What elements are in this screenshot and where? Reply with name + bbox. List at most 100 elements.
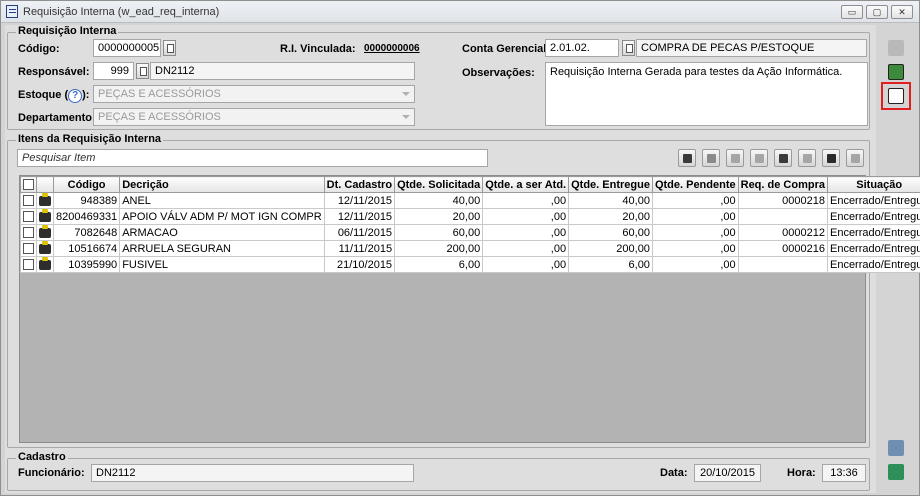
cell-descricao: ARRUELA SEGURAN — [119, 240, 325, 257]
printer-icon — [803, 154, 812, 163]
table-icon — [707, 154, 716, 163]
codigo-field[interactable]: 0000000005 — [93, 39, 161, 57]
table-row[interactable]: 7082648 ARMACAO 06/11/2015 60,00 ,00 60,… — [20, 224, 920, 241]
print-list-button[interactable] — [846, 149, 864, 167]
window-app-icon — [6, 5, 18, 18]
estoque-select[interactable]: PEÇAS E ACESSÓRIOS — [93, 85, 415, 103]
close-button[interactable]: ✕ — [891, 5, 913, 19]
row-select-cell[interactable] — [20, 224, 37, 241]
cell-dt-cadastro: 12/11/2015 — [323, 192, 396, 209]
row-icon-cell — [36, 208, 54, 225]
departamento-label: Departamento: — [18, 112, 96, 124]
responsavel-code-field[interactable]: 999 — [93, 62, 134, 80]
select-all-checkbox[interactable] — [23, 179, 34, 191]
split-view-button[interactable] — [884, 37, 908, 59]
handle-item-button[interactable] — [774, 149, 792, 167]
select-all-header[interactable] — [20, 176, 37, 193]
help-icon[interactable]: ? — [68, 89, 83, 103]
column-header[interactable]: Dt. Cadastro — [323, 176, 396, 193]
requisicao-group-title: Requisição Interna — [16, 25, 119, 37]
column-header[interactable]: Decrição — [119, 176, 325, 193]
window-title: Requisição Interna (w_ead_req_interna) — [23, 6, 220, 18]
row-select-cell[interactable] — [20, 256, 37, 273]
cell-qtde-atd: ,00 — [482, 224, 570, 241]
row-checkbox[interactable] — [23, 243, 34, 255]
row-checkbox[interactable] — [23, 259, 34, 271]
cell-qtde-solicitada: 20,00 — [394, 208, 484, 225]
app-window: Requisição Interna (w_ead_req_interna) ▭… — [0, 0, 920, 496]
cell-descricao: APOIO VÁLV ADM P/ MOT IGN COMPR — [119, 208, 325, 225]
exit-door-icon — [888, 464, 904, 480]
responsavel-lookup-button[interactable] — [136, 63, 149, 79]
conta-gerencial-code-field[interactable]: 2.01.02. — [545, 39, 619, 57]
main-panel: Requisição Interna Código: 0000000005 R.… — [5, 25, 920, 493]
column-header[interactable]: Qtde. Entregue — [568, 176, 653, 193]
departamento-select[interactable]: PEÇAS E ACESSÓRIOS — [93, 108, 415, 126]
minimize-button[interactable]: ▭ — [841, 5, 863, 19]
row-checkbox[interactable] — [23, 195, 34, 207]
conta-gerencial-label: Conta Gerencial: — [462, 43, 551, 55]
item-status-icon — [39, 257, 51, 270]
codigo-label: Código: — [18, 43, 60, 55]
cell-req-compra — [737, 256, 828, 273]
cell-req-compra: 0000218 — [737, 192, 828, 209]
data-label: Data: — [660, 467, 688, 479]
settings-button[interactable] — [884, 437, 908, 459]
row-checkbox[interactable] — [23, 227, 34, 239]
column-header[interactable]: Código — [52, 176, 121, 193]
ri-vinculada-link[interactable]: 0000000006 — [364, 43, 420, 54]
cell-qtde-solicitada: 6,00 — [394, 256, 484, 273]
delete-item-button[interactable] — [750, 149, 768, 167]
table-row[interactable]: 8200469331 APOIO VÁLV ADM P/ MOT IGN COM… — [20, 208, 920, 225]
itens-group-title: Itens da Requisição Interna — [16, 133, 164, 145]
codigo-lookup-button[interactable] — [163, 40, 176, 56]
table-row[interactable]: 10395990 FUSIVEL 21/10/2015 6,00 ,00 6,0… — [20, 256, 920, 273]
column-header[interactable]: Qtde. Pendente — [651, 176, 739, 193]
cell-req-compra: 0000212 — [737, 224, 828, 241]
row-select-cell[interactable] — [20, 192, 37, 209]
maximize-button[interactable]: ▢ — [866, 5, 888, 19]
preview-button[interactable] — [881, 82, 911, 110]
conta-gerencial-lookup-button[interactable] — [622, 40, 635, 56]
right-toolbar — [879, 29, 917, 491]
funcionario-label: Funcionário: — [18, 467, 85, 479]
observacoes-label: Observações: — [462, 67, 535, 79]
column-header[interactable]: Req. de Compra — [737, 176, 828, 193]
cell-dt-cadastro: 21/10/2015 — [323, 256, 396, 273]
camera-button[interactable] — [822, 149, 840, 167]
cell-qtde-entregue: 20,00 — [568, 208, 653, 225]
row-icon-cell — [36, 192, 54, 209]
row-checkbox[interactable] — [23, 211, 34, 223]
table-row[interactable]: 10516674 ARRUELA SEGURAN 11/11/2015 200,… — [20, 240, 920, 257]
row-select-cell[interactable] — [20, 208, 37, 225]
data-field: 20/10/2015 — [694, 464, 761, 482]
cell-qtde-solicitada: 200,00 — [394, 240, 484, 257]
column-header[interactable]: Qtde. a ser Atd. — [482, 176, 570, 193]
view-item-button[interactable] — [726, 149, 744, 167]
table-row[interactable]: 948389 ANEL 12/11/2015 40,00 ,00 40,00 ,… — [20, 192, 920, 209]
requisicao-group: Requisição Interna Código: 0000000005 R.… — [7, 25, 870, 130]
cell-qtde-entregue: 40,00 — [568, 192, 653, 209]
grid-button[interactable] — [702, 149, 720, 167]
row-select-cell[interactable] — [20, 240, 37, 257]
cell-qtde-solicitada: 40,00 — [394, 192, 484, 209]
cell-qtde-pendente: ,00 — [651, 208, 739, 225]
cell-qtde-atd: ,00 — [482, 208, 570, 225]
trash-icon — [755, 154, 764, 163]
search-input[interactable]: Pesquisar Item — [17, 149, 488, 167]
estoque-label-text: Estoque ( — [18, 89, 69, 101]
print-button[interactable] — [798, 149, 816, 167]
responsavel-name-field: DN2112 — [150, 62, 415, 80]
observacoes-textarea[interactable]: Requisição Interna Gerada para testes da… — [545, 62, 868, 126]
spreadsheet-button[interactable] — [884, 61, 908, 83]
cell-qtde-entregue: 60,00 — [568, 224, 653, 241]
cadastro-group-title: Cadastro — [16, 451, 68, 463]
cell-qtde-atd: ,00 — [482, 240, 570, 257]
title-bar: Requisição Interna (w_ead_req_interna) ▭… — [1, 1, 919, 23]
cell-qtde-pendente: ,00 — [651, 256, 739, 273]
hora-label: Hora: — [787, 467, 816, 479]
exit-button[interactable] — [884, 461, 908, 483]
search-document-icon — [888, 88, 904, 104]
add-item-button[interactable] — [678, 149, 696, 167]
column-header[interactable]: Qtde. Solicitada — [394, 176, 484, 193]
